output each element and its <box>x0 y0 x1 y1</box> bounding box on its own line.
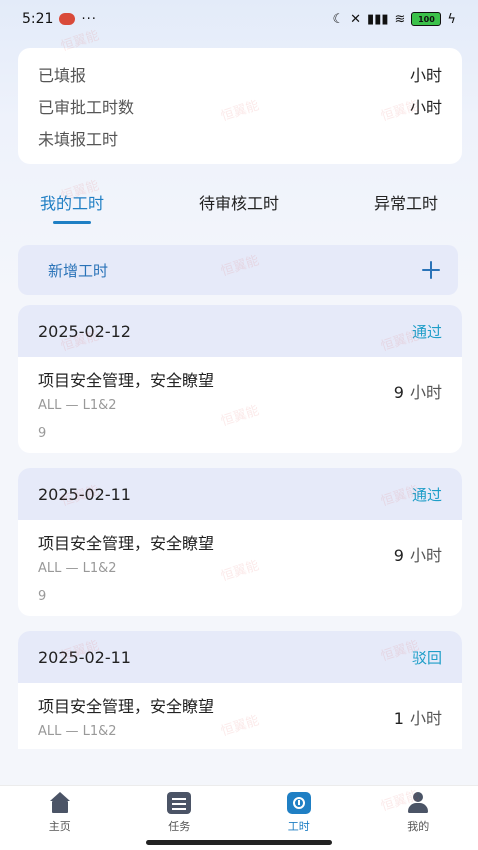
record-hours-value: 9 <box>393 546 404 565</box>
tab-bar: 我的工时 待审核工时 异常工时 <box>0 178 478 228</box>
record-card[interactable]: 2025-02-11 驳回 项目安全管理，安全瞭望 ALL — L1&2 1 小时 <box>18 631 462 749</box>
app-notification-icon <box>59 13 76 25</box>
record-card[interactable]: 2025-02-11 通过 项目安全管理，安全瞭望 ALL — L1&2 9 9… <box>18 468 462 616</box>
record-project: ALL — L1&2 <box>38 398 117 413</box>
record-hours: 9 小时 <box>394 379 442 403</box>
add-hours-label: 新增工时 <box>48 261 109 280</box>
add-hours-button[interactable]: 新增工时 <box>18 245 458 295</box>
record-header: 2025-02-11 通过 <box>18 468 462 520</box>
record-date: 2025-02-12 <box>38 321 131 341</box>
moon-icon: ☾ <box>332 11 345 27</box>
record-body: 项目安全管理，安全瞭望 ALL — L1&2 9 9 小时 <box>18 520 462 608</box>
tab-my-hours[interactable]: 我的工时 <box>40 178 104 226</box>
wifi-icon: ≋ <box>394 11 406 27</box>
record-date: 2025-02-11 <box>38 484 131 504</box>
record-hours-value: 1 <box>393 709 404 728</box>
status-time: 5:21 <box>22 11 54 27</box>
timer-icon <box>286 792 311 814</box>
more-notifications-icon: ··· <box>81 11 97 27</box>
nav-label: 我的 <box>407 820 430 833</box>
record-title: 项目安全管理，安全瞭望 <box>38 534 215 553</box>
summary-row-approved: 已审批工时数 小时 <box>38 90 442 122</box>
plus-icon[interactable] <box>422 261 440 279</box>
record-project: ALL — L1&2 <box>38 561 117 576</box>
status-badge: 通过 <box>411 322 442 341</box>
record-hours-value: 9 <box>393 383 404 402</box>
summary-row-filled: 已填报 小时 <box>38 58 442 90</box>
record-project: ALL — L1&2 <box>38 724 117 739</box>
record-hours: 1 小时 <box>394 705 442 729</box>
record-hours-unit: 小时 <box>409 546 442 565</box>
user-icon <box>406 792 430 814</box>
battery-icon: 100 <box>411 12 442 26</box>
record-body: 项目安全管理，安全瞭望 ALL — L1&2 9 9 小时 <box>18 357 462 445</box>
record-card[interactable]: 2025-02-12 通过 项目安全管理，安全瞭望 ALL — L1&2 9 9… <box>18 305 462 453</box>
tab-abnormal-hours[interactable]: 异常工时 <box>374 178 438 226</box>
record-title: 项目安全管理，安全瞭望 <box>38 371 215 390</box>
summary-label: 已填报 <box>38 66 87 85</box>
task-icon <box>167 792 192 814</box>
record-header: 2025-02-12 通过 <box>18 305 462 357</box>
signal-icon: ▮▮▮ <box>367 11 389 27</box>
record-header: 2025-02-11 驳回 <box>18 631 462 683</box>
tab-pending-review[interactable]: 待审核工时 <box>199 178 279 226</box>
status-badge: 通过 <box>411 485 442 504</box>
status-badge: 驳回 <box>411 648 442 667</box>
nav-item-profile[interactable]: 我的 <box>378 786 458 850</box>
mute-icon: ✕ <box>350 11 362 27</box>
record-number: 9 <box>38 589 47 604</box>
summary-card: 已填报 小时 已审批工时数 小时 未填报工时 <box>18 48 462 164</box>
summary-label: 已审批工时数 <box>38 98 135 117</box>
record-hours: 9 小时 <box>394 542 442 566</box>
summary-row-unfilled: 未填报工时 <box>38 122 442 154</box>
record-hours-unit: 小时 <box>409 383 442 402</box>
record-number: 9 <box>38 426 47 441</box>
summary-value: 小时 <box>409 66 442 85</box>
record-hours-unit: 小时 <box>409 709 442 728</box>
charging-icon: ϟ <box>447 11 456 27</box>
summary-label: 未填报工时 <box>38 130 119 149</box>
nav-label: 主页 <box>48 820 71 833</box>
status-bar: 5:21 ··· ☾ ✕ ▮▮▮ ≋ 100 ϟ <box>0 0 478 38</box>
record-date: 2025-02-11 <box>38 647 131 667</box>
record-body: 项目安全管理，安全瞭望 ALL — L1&2 1 小时 <box>18 683 462 743</box>
nav-label: 工时 <box>287 820 310 833</box>
nav-label: 任务 <box>168 820 191 833</box>
home-indicator <box>146 840 332 845</box>
home-icon <box>48 792 72 814</box>
nav-item-home[interactable]: 主页 <box>20 786 100 850</box>
summary-value: 小时 <box>409 98 442 117</box>
record-title: 项目安全管理，安全瞭望 <box>38 697 215 716</box>
